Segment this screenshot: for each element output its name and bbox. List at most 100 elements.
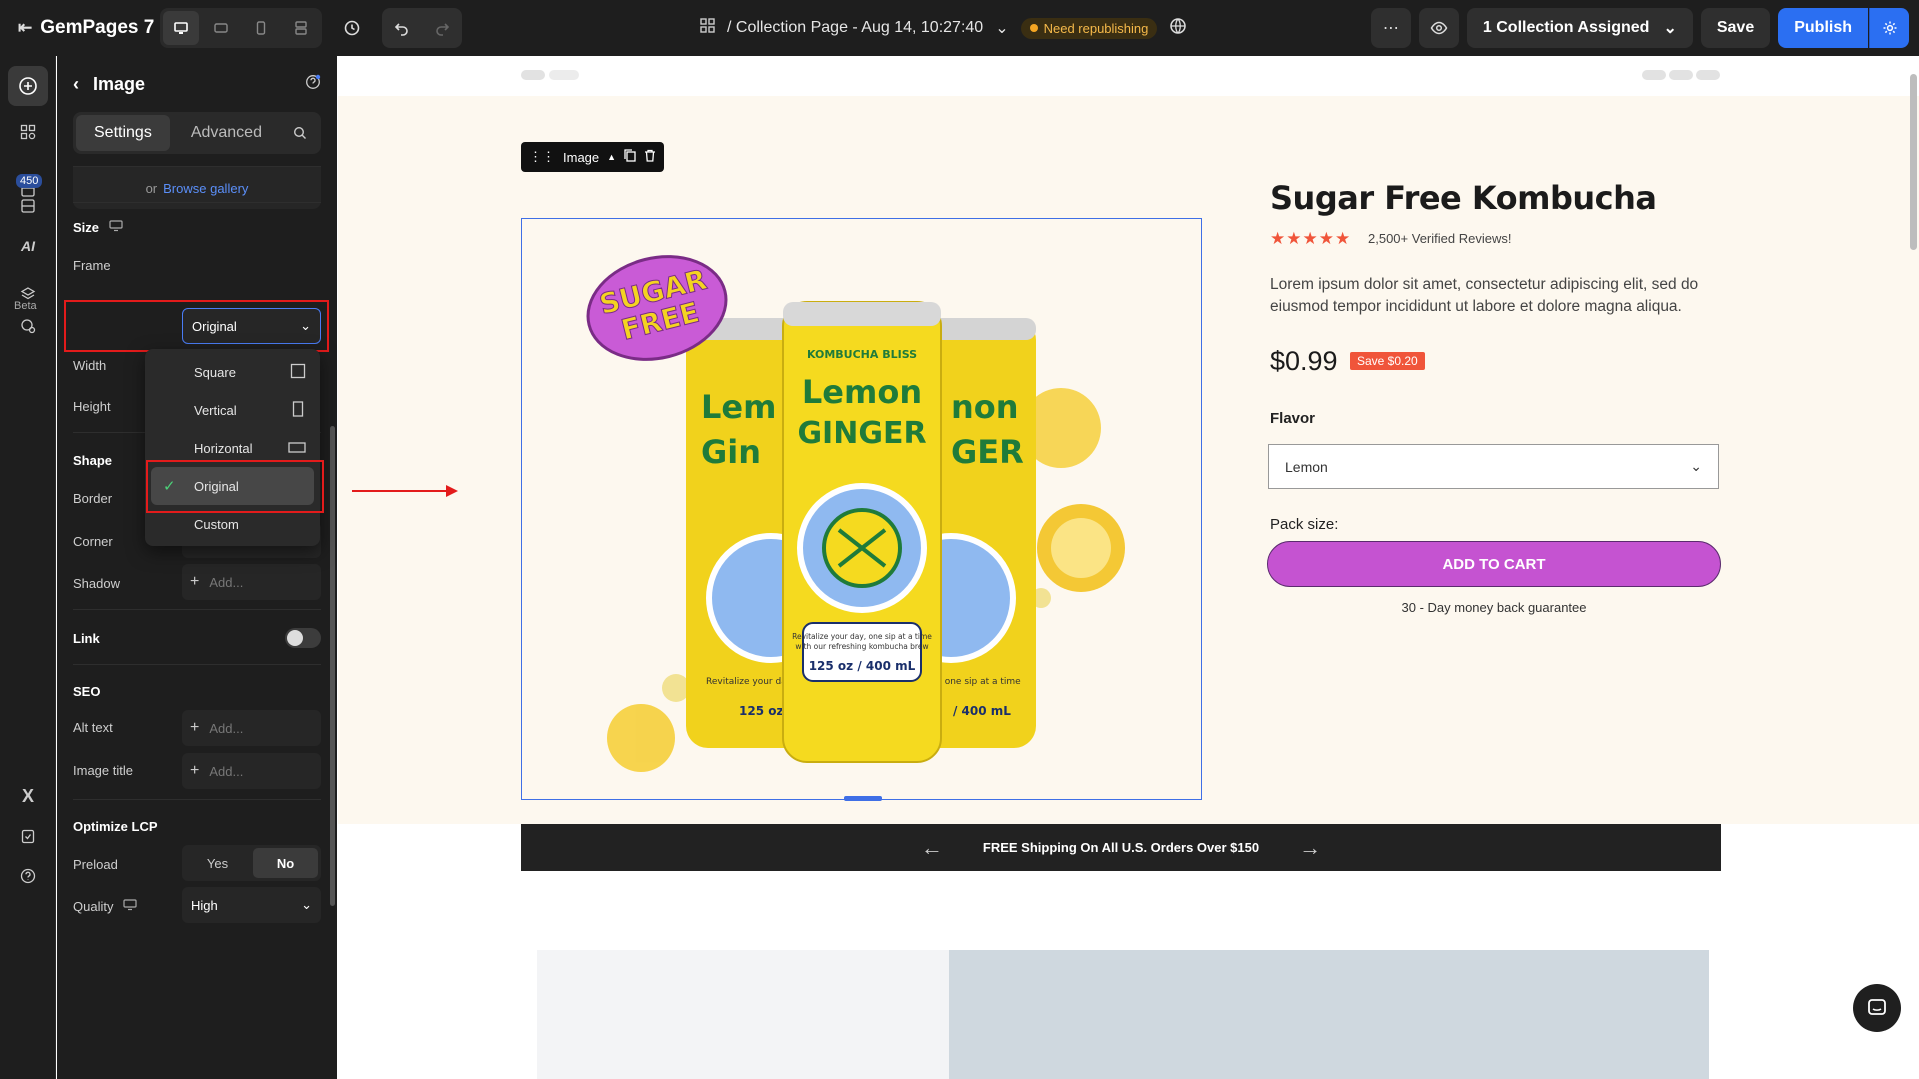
x-app-icon[interactable]: X — [8, 776, 48, 816]
image-title-add-field[interactable]: + Add... — [182, 753, 321, 789]
settings-sidebar: ‹ Image Settings Advanced or Browse gall… — [57, 56, 337, 1079]
sidebar-scrollbar[interactable] — [330, 426, 335, 906]
rating-stars-icon: ★★★★★ — [1270, 229, 1352, 248]
image-toolbar-label[interactable]: Image — [563, 150, 599, 165]
desktop-icon — [109, 220, 123, 235]
arrow-right-icon[interactable]: → — [1299, 835, 1321, 861]
canvas-scrollbar[interactable] — [1910, 74, 1917, 250]
quality-select-value: High — [191, 897, 218, 913]
square-shape-icon — [290, 363, 306, 382]
alt-text-placeholder: Add... — [209, 720, 244, 736]
frame-dropdown-menu: Square Vertical Horizontal ✓ Original Cu… — [145, 349, 320, 546]
preview-eye-icon[interactable] — [1418, 8, 1459, 48]
drag-handle-icon[interactable]: ⋮⋮ — [529, 149, 555, 165]
status-badge: Need republishing — [1020, 17, 1158, 39]
back-chevron-icon[interactable]: ‹ — [73, 74, 79, 95]
horizontal-shape-icon — [288, 439, 306, 458]
add-element-icon[interactable] — [8, 66, 48, 106]
frame-option-vertical[interactable]: Vertical — [151, 391, 314, 429]
height-label: Height — [73, 399, 111, 414]
sections-icon[interactable] — [8, 112, 48, 152]
app-logo: ⇤ GemPages 7 — [0, 17, 160, 39]
chevron-down-icon: ⌄ — [1663, 20, 1677, 37]
desktop-icon — [123, 899, 138, 914]
history-icon[interactable] — [332, 8, 372, 48]
size-section-title: Size — [73, 220, 123, 235]
tab-settings[interactable]: Settings — [76, 115, 170, 151]
help-icon[interactable] — [8, 856, 48, 896]
plus-icon: + — [190, 573, 200, 590]
desktop-device-icon[interactable] — [163, 11, 199, 45]
section-block-left — [537, 950, 949, 1079]
shipping-banner: ← FREE Shipping On All U.S. Orders Over … — [521, 824, 1721, 871]
app-name: GemPages 7 — [40, 17, 155, 38]
page-title[interactable]: / Collection Page - Aug 14, 10:27:40 — [727, 19, 983, 37]
search-icon[interactable] — [283, 115, 318, 151]
annotation-arrow — [352, 490, 450, 492]
link-toggle[interactable] — [285, 628, 321, 648]
sidebar-title: Image — [93, 73, 146, 94]
library-icon[interactable] — [8, 186, 48, 226]
frame-option-label: Horizontal — [194, 440, 253, 456]
warning-dot-icon — [1029, 24, 1038, 32]
preload-no-option[interactable]: No — [253, 848, 318, 878]
preload-yes-option[interactable]: Yes — [185, 848, 250, 878]
theme-style-icon[interactable] — [8, 306, 48, 346]
page-list-icon[interactable] — [700, 18, 715, 38]
frame-option-label: Vertical — [194, 402, 237, 418]
publish-button[interactable]: Publish — [1778, 8, 1868, 48]
chat-bubble-icon — [1868, 999, 1886, 1015]
resize-handle[interactable] — [844, 796, 882, 801]
sidebar-tabs: Settings Advanced — [73, 112, 321, 154]
shipping-banner-text: FREE Shipping On All U.S. Orders Over $1… — [982, 840, 1260, 855]
preload-label: Preload — [73, 857, 118, 872]
page-title-group: / Collection Page - Aug 14, 10:27:40 ⌄ N… — [700, 0, 1187, 56]
arrow-left-icon[interactable]: ← — [921, 835, 943, 861]
top-bar: ⇤ GemPages 7 / Collection Page - Aug 14,… — [0, 0, 1919, 56]
divider — [73, 799, 321, 800]
left-rail: 450 AI Beta X — [0, 56, 56, 1079]
undo-icon[interactable] — [382, 8, 422, 48]
publish-settings-gear-icon[interactable] — [1869, 8, 1909, 48]
alt-text-label: Alt text — [73, 720, 113, 735]
checklist-icon[interactable] — [8, 816, 48, 856]
tab-advanced[interactable]: Advanced — [173, 115, 280, 151]
trash-icon[interactable] — [644, 149, 656, 165]
flavor-select[interactable]: Lemon ⌄ — [1268, 444, 1719, 489]
shadow-add-field[interactable]: + Add... — [182, 564, 321, 600]
add-to-cart-button[interactable]: ADD TO CART — [1267, 541, 1721, 587]
corner-label: Corner — [73, 534, 113, 549]
help-circle-icon[interactable] — [305, 74, 321, 95]
custom-device-icon[interactable] — [283, 11, 319, 45]
device-switcher — [160, 8, 322, 48]
undo-redo-group — [382, 8, 462, 48]
width-label-text: Width — [73, 358, 107, 373]
save-button[interactable]: Save — [1700, 8, 1771, 48]
more-options-icon[interactable]: ⋯ — [1370, 8, 1411, 48]
save-badge: Save $0.20 — [1350, 352, 1425, 370]
chat-support-button[interactable] — [1853, 984, 1901, 1032]
shape-section-title: Shape — [73, 453, 113, 468]
frame-option-square[interactable]: Square — [151, 353, 314, 391]
chevron-down-icon: ⌄ — [301, 897, 312, 912]
globe-icon[interactable] — [1169, 17, 1187, 40]
image-title-placeholder: Add... — [209, 763, 244, 779]
tablet-landscape-device-icon[interactable] — [203, 11, 239, 45]
collection-assign-button[interactable]: 1 Collection Assigned ⌄ — [1466, 8, 1693, 48]
duplicate-icon[interactable] — [624, 149, 636, 165]
plus-icon: + — [190, 762, 200, 779]
browse-gallery-link[interactable]: Browse gallery — [163, 181, 248, 196]
redo-icon[interactable] — [422, 8, 462, 48]
divider — [73, 664, 321, 665]
size-title-text: Size — [73, 220, 100, 235]
alt-text-add-field[interactable]: + Add... — [182, 710, 321, 746]
image-selection-frame[interactable] — [521, 218, 1202, 800]
caret-up-icon[interactable]: ▲ — [607, 152, 616, 162]
exit-icon[interactable]: ⇤ — [18, 18, 32, 38]
quality-select[interactable]: High ⌄ — [182, 887, 321, 923]
shadow-label: Shadow — [73, 576, 120, 591]
chevron-down-icon[interactable]: ⌄ — [995, 18, 1008, 38]
reviews-count: 2,500+ Verified Reviews! — [1368, 231, 1512, 246]
mobile-device-icon[interactable] — [243, 11, 279, 45]
ai-icon[interactable]: AI — [8, 226, 48, 266]
